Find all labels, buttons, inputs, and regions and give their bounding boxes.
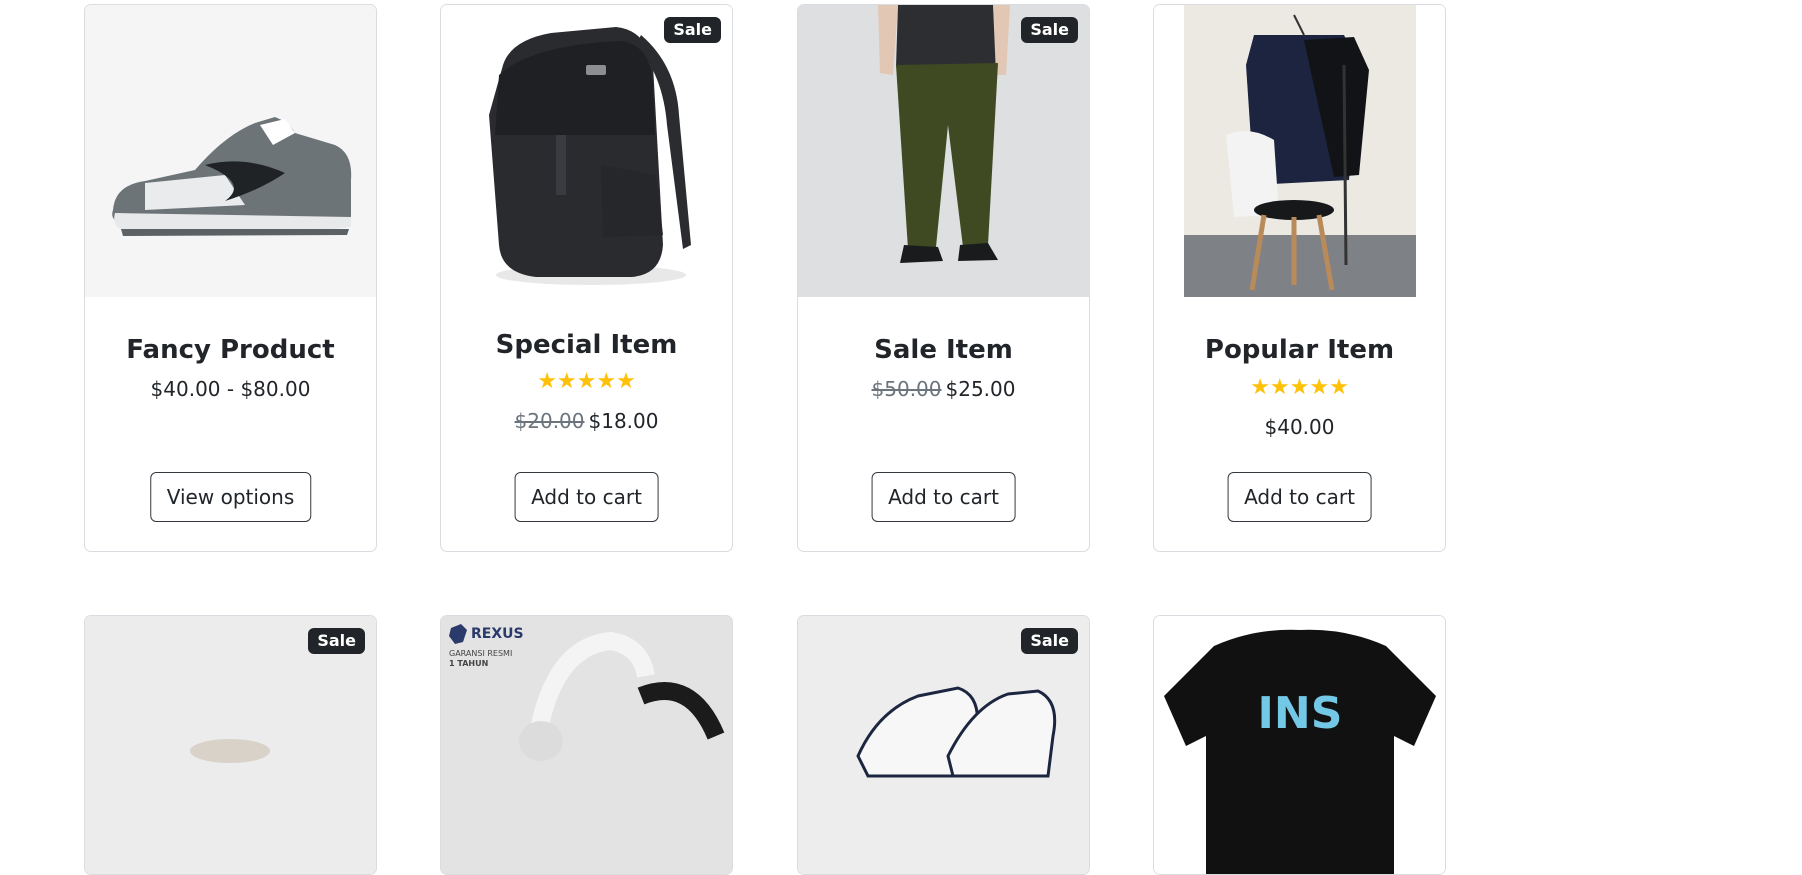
brand-subtext-2: 1 TAHUN xyxy=(449,659,488,668)
product-price-group: $50.00 $25.00 xyxy=(798,377,1089,401)
original-price: $20.00 xyxy=(514,409,585,433)
product-image-sneakers[interactable] xyxy=(798,616,1089,874)
sale-badge: Sale xyxy=(664,17,721,43)
product-image-headphones[interactable]: REXUS GARANSI RESMI 1 TAHUN xyxy=(441,616,732,874)
product-image-shirts[interactable] xyxy=(1154,5,1445,297)
add-to-cart-button[interactable]: Add to cart xyxy=(1227,472,1372,522)
product-title: Special Item xyxy=(495,330,678,360)
view-options-button[interactable]: View options xyxy=(149,472,312,522)
product-card: Popular Item ★★★★★ $40.00 Add to cart xyxy=(1153,4,1446,552)
product-card: INS xyxy=(1153,615,1446,875)
product-title: Popular Item xyxy=(1204,335,1395,365)
sale-badge: Sale xyxy=(1021,17,1078,43)
product-card: Sale xyxy=(797,615,1090,875)
product-price: $40.00 xyxy=(1264,415,1335,439)
sale-badge: Sale xyxy=(308,628,365,654)
shirt-graphic-text: INS xyxy=(1258,688,1343,739)
product-title: Sale Item xyxy=(874,335,1013,365)
product-image[interactable] xyxy=(85,616,376,874)
product-card: Sale Special Item ★★★★★ $20.00 $18.00 Add… xyxy=(440,4,733,552)
product-price: $40.00 - $80.00 xyxy=(150,377,311,401)
product-image-backpack[interactable] xyxy=(441,5,732,297)
product-image-pants[interactable] xyxy=(798,5,1089,297)
product-card: Fancy Product $40.00 - $80.00 View optio… xyxy=(84,4,377,552)
product-image-sneaker[interactable] xyxy=(85,5,376,297)
sale-price: $25.00 xyxy=(945,377,1016,401)
product-title: Fancy Product xyxy=(126,335,335,365)
brand-logo-text: REXUS xyxy=(471,626,524,642)
product-card: Sale xyxy=(84,615,377,875)
sale-badge: Sale xyxy=(1021,628,1078,654)
rating-stars: ★★★★★ xyxy=(1250,375,1349,400)
add-to-cart-button[interactable]: Add to cart xyxy=(871,472,1016,522)
product-card: REXUS GARANSI RESMI 1 TAHUN xyxy=(440,615,733,875)
add-to-cart-button[interactable]: Add to cart xyxy=(514,472,659,522)
brand-subtext: GARANSI RESMI xyxy=(449,649,512,658)
rating-stars: ★★★★★ xyxy=(537,369,636,394)
product-grid: Fancy Product $40.00 - $80.00 View optio… xyxy=(0,0,1802,875)
original-price: $50.00 xyxy=(871,377,942,401)
product-image-tshirt[interactable]: INS xyxy=(1154,616,1445,874)
sale-price: $18.00 xyxy=(588,409,659,433)
product-card: Sale Sale Item $50.00 $25.00 Add to cart xyxy=(797,4,1090,552)
product-price-group: $20.00 $18.00 xyxy=(441,409,732,433)
